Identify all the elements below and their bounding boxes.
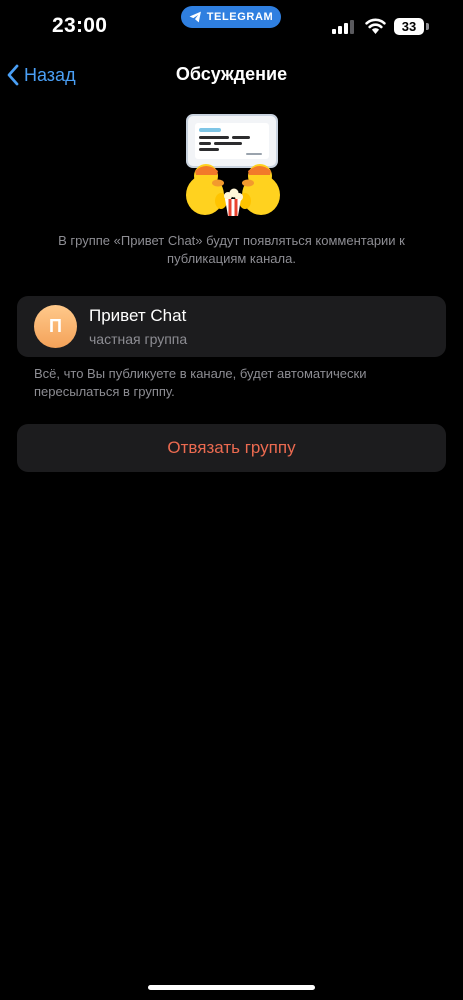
- intro-text: В группе «Привет Chat» будут появляться …: [58, 233, 405, 266]
- unlink-group-button[interactable]: Отвязать группу: [17, 424, 446, 472]
- avatar: П: [34, 305, 77, 348]
- telegram-plane-icon: [189, 11, 201, 23]
- battery-cap: [426, 23, 429, 30]
- battery-indicator: 33: [394, 18, 424, 35]
- group-name: Привет Chat: [89, 306, 187, 325]
- group-type: частная группа: [89, 331, 188, 347]
- status-time: 23:00: [52, 14, 108, 37]
- app-pill-label: TELEGRAM: [206, 11, 274, 23]
- wifi-icon: [365, 18, 386, 34]
- battery-level: 33: [401, 19, 417, 34]
- cellular-signal-icon: [332, 20, 354, 34]
- linked-group-card[interactable]: П Привет Chat частная группа: [17, 296, 446, 357]
- unlink-group-label: Отвязать группу: [167, 438, 296, 457]
- info-text: Всё, что Вы публикуете в канале, будет а…: [34, 366, 367, 399]
- ducks-watching-screen-sticker: [186, 114, 280, 216]
- return-to-app-pill[interactable]: TELEGRAM: [181, 6, 281, 28]
- home-indicator[interactable]: [148, 985, 315, 990]
- status-bar: 23:00 TELEGRAM 33: [0, 0, 463, 50]
- page-title: Обсуждение: [175, 64, 288, 84]
